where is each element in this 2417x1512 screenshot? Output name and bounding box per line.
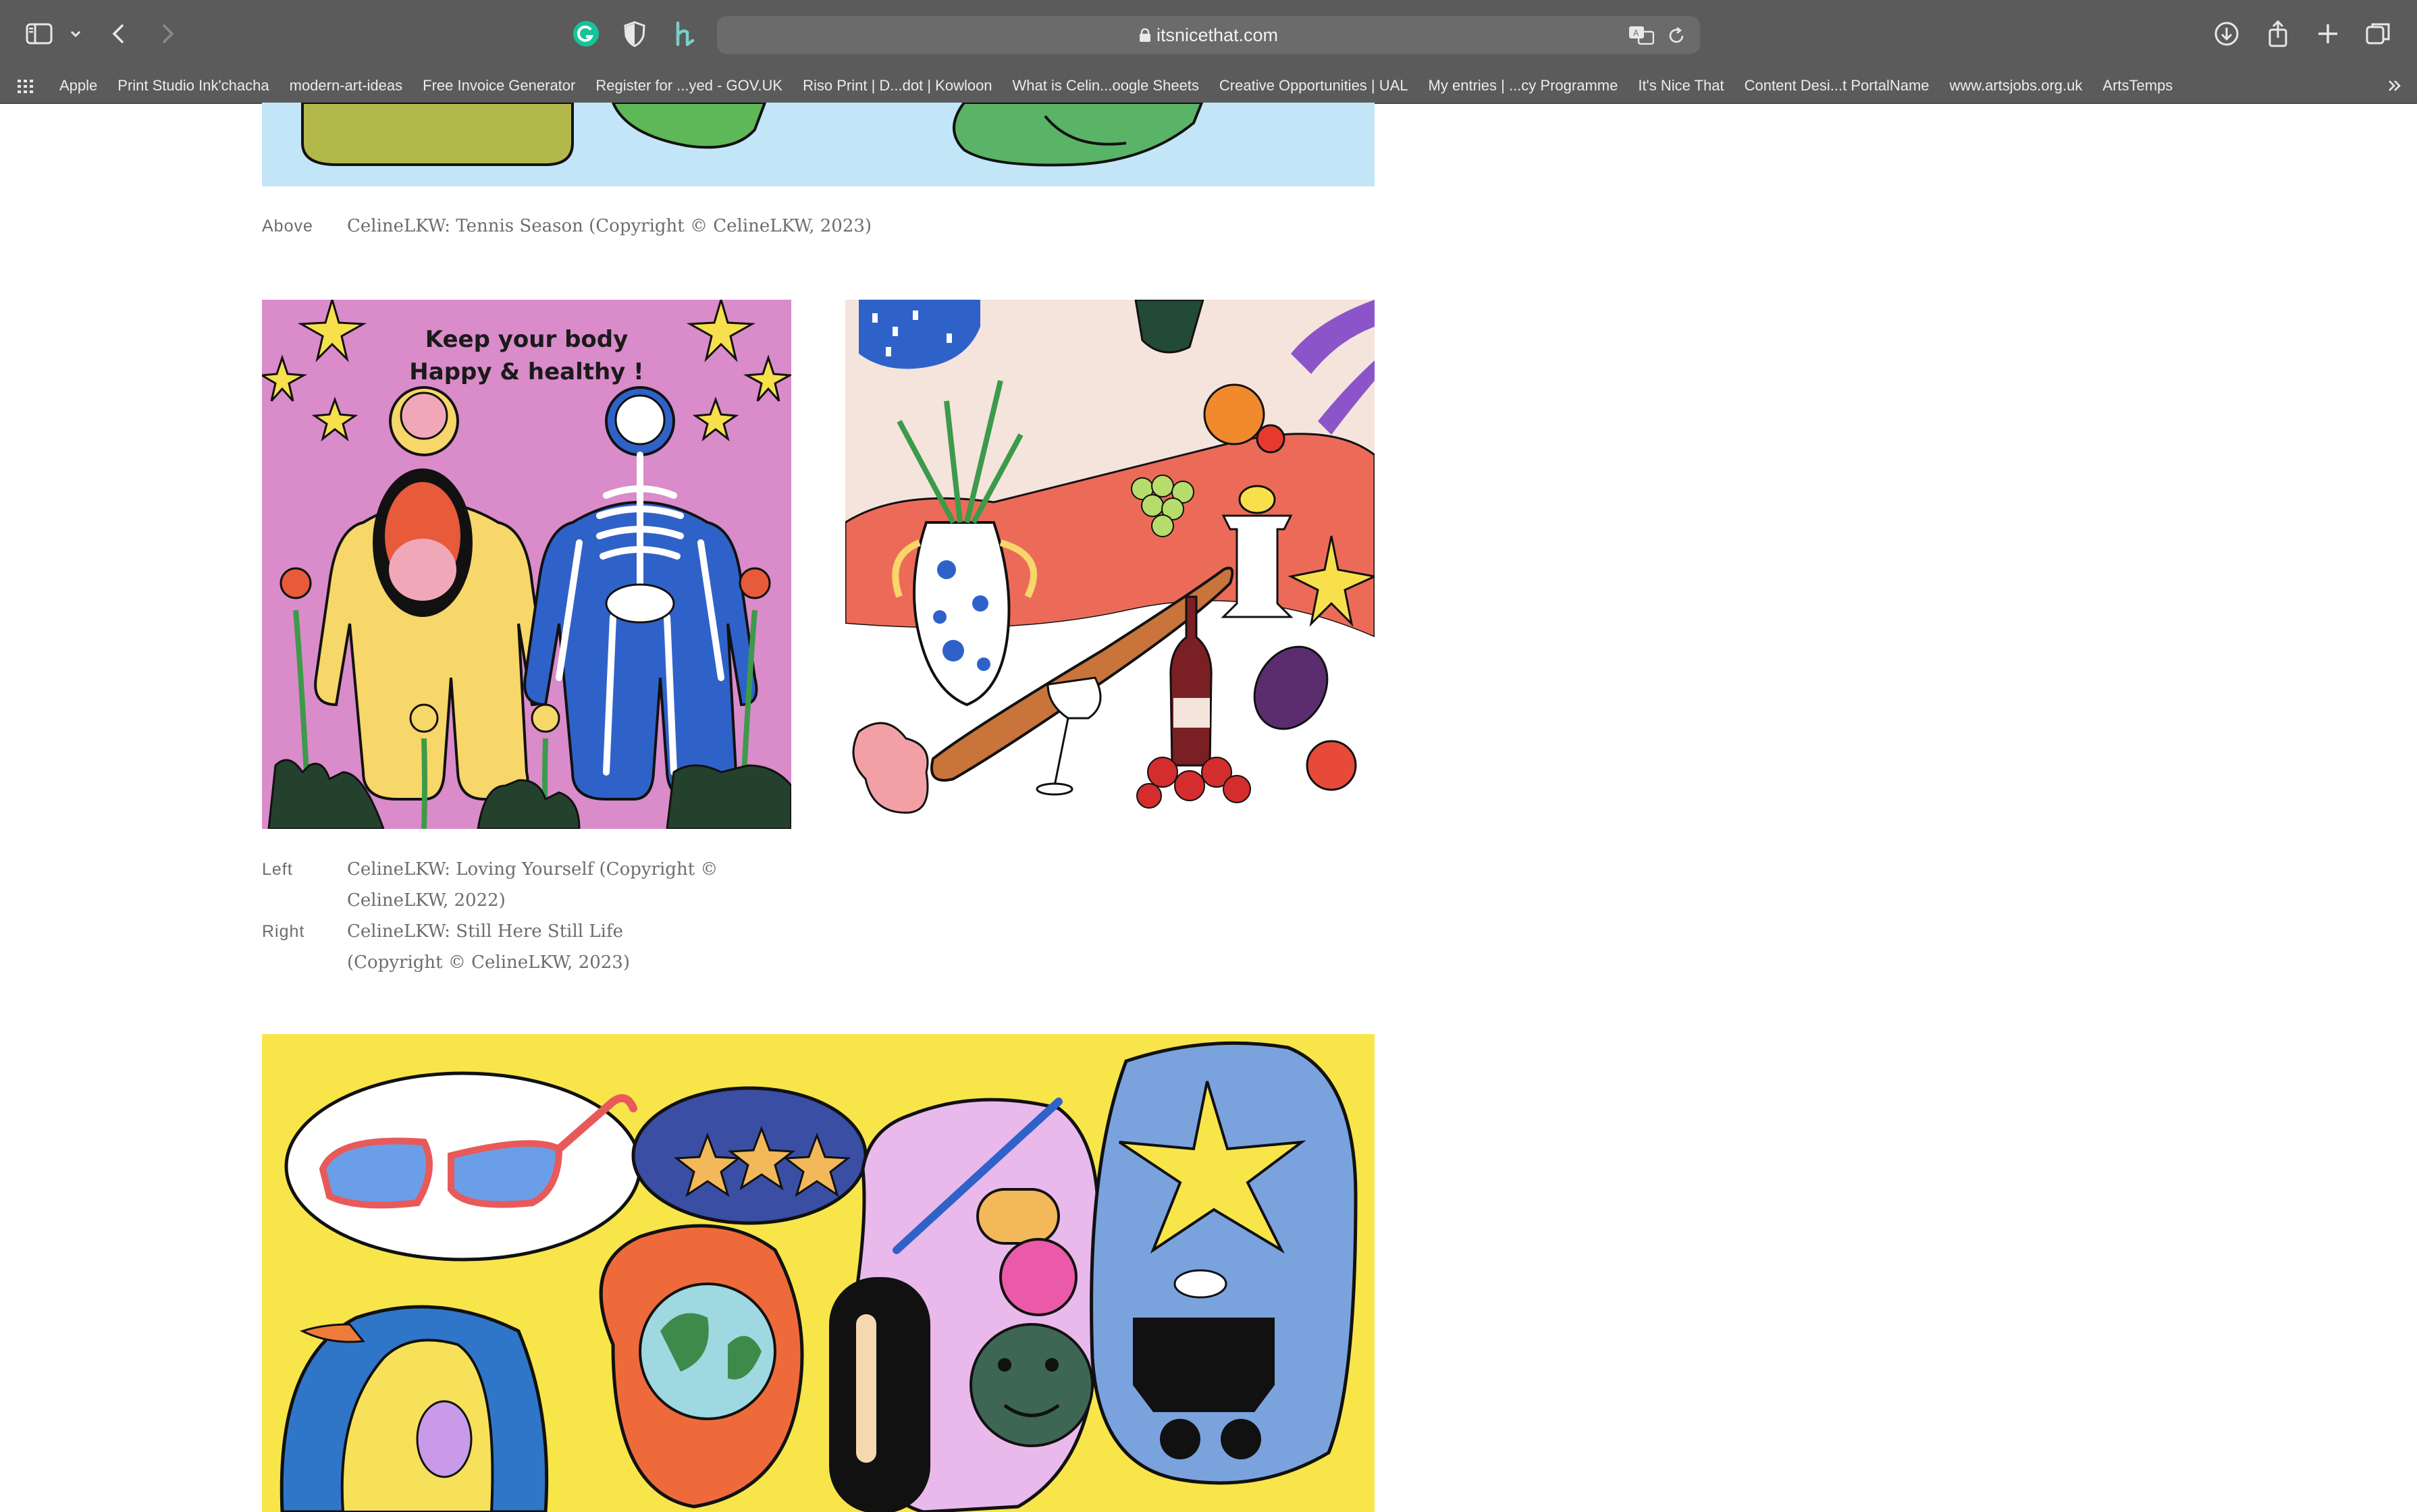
loving-yourself-image[interactable]: Keep your body Happy & healthy ! xyxy=(262,300,791,829)
caption-text-line2: (Copyright © CelineLKW, 2023) xyxy=(347,952,630,973)
address-bar[interactable]: itsnicethat.com A xyxy=(717,16,1700,54)
chevron-left-icon[interactable] xyxy=(103,18,135,50)
caption-label: Right xyxy=(262,922,305,941)
caption-label: Left xyxy=(262,860,293,879)
bookmark-item[interactable]: It's Nice That xyxy=(1638,77,1724,94)
caption-text: CelineLKW: Tennis Season (Copyright © Ce… xyxy=(347,216,872,236)
h-extension-icon[interactable] xyxy=(668,18,701,50)
caption-text-line1: CelineLKW: Loving Yourself (Copyright © xyxy=(347,859,718,880)
tennis-season-image[interactable] xyxy=(262,103,1375,186)
chevron-right-icon[interactable] xyxy=(151,18,184,50)
tabs-overview-icon[interactable] xyxy=(2362,18,2394,50)
bookmark-item[interactable]: ArtsTemps xyxy=(2102,77,2173,94)
image-text-line1: Keep your body xyxy=(425,326,629,353)
sticker-sheet-image[interactable] xyxy=(262,1034,1375,1512)
bookmark-list: Apple Print Studio Ink'chacha modern-art… xyxy=(59,69,2193,103)
caption-right: Right CelineLKW: Still Here Still Life (… xyxy=(262,916,791,978)
sidebar-icon[interactable] xyxy=(23,18,55,50)
download-icon[interactable] xyxy=(2210,18,2243,50)
reload-icon[interactable] xyxy=(1666,26,1686,46)
browser-toolbar: itsnicethat.com A xyxy=(0,0,2417,69)
caption-above: Above CelineLKW: Tennis Season (Copyrigh… xyxy=(262,211,1375,242)
bookmarks-bar: Apple Print Studio Ink'chacha modern-art… xyxy=(0,69,2417,104)
chevron-down-icon[interactable] xyxy=(59,18,81,50)
chevrons-right-icon[interactable] xyxy=(2385,76,2405,96)
bookmark-item[interactable]: Content Desi...t PortalName xyxy=(1745,77,1930,94)
svg-text:A: A xyxy=(1633,28,1639,38)
caption-text-line1: CelineLKW: Still Here Still Life xyxy=(347,921,623,942)
bookmark-item[interactable]: Print Studio Ink'chacha xyxy=(117,77,269,94)
bookmark-item[interactable]: What is Celin...oogle Sheets xyxy=(1013,77,1199,94)
bookmark-item[interactable]: Free Invoice Generator xyxy=(423,77,575,94)
bookmark-item[interactable]: My entries | ...cy Programme xyxy=(1429,77,1618,94)
grammarly-icon[interactable] xyxy=(570,18,602,50)
bookmark-item[interactable]: modern-art-ideas xyxy=(290,77,403,94)
caption-label: Above xyxy=(262,217,313,236)
lock-icon xyxy=(1139,28,1150,42)
caption-text-line2: CelineLKW, 2022) xyxy=(347,890,506,911)
grid-icon[interactable] xyxy=(16,77,35,96)
url-display[interactable]: itsnicethat.com xyxy=(717,16,1700,54)
shield-icon[interactable] xyxy=(618,18,651,50)
url-text: itsnicethat.com xyxy=(1156,25,1279,45)
bookmark-item[interactable]: Register for ...yed - GOV.UK xyxy=(595,77,782,94)
still-here-still-life-image[interactable] xyxy=(845,300,1375,829)
share-icon[interactable] xyxy=(2262,18,2294,50)
image-text-line2: Happy & healthy ! xyxy=(409,358,643,385)
bookmark-item[interactable]: www.artsjobs.org.uk xyxy=(1950,77,2083,94)
bookmark-item[interactable]: Riso Print | D...dot | Kowloon xyxy=(803,77,992,94)
translate-icon[interactable]: A xyxy=(1628,24,1655,46)
plus-icon[interactable] xyxy=(2312,18,2344,50)
bookmark-item[interactable]: Apple xyxy=(59,77,97,94)
caption-left: Left CelineLKW: Loving Yourself (Copyrig… xyxy=(262,854,791,916)
bookmark-item[interactable]: Creative Opportunities | UAL xyxy=(1219,77,1408,94)
